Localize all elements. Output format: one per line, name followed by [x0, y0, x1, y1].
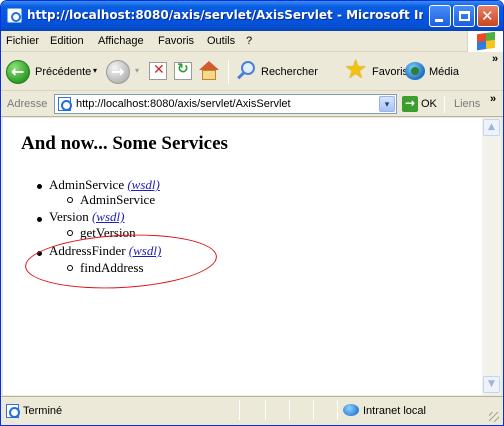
favorites-button[interactable]: Favoris [372, 66, 408, 78]
resize-grip-icon[interactable] [489, 412, 499, 422]
menu-bar: Fichier Edition Affichage Favoris Outils… [1, 31, 503, 52]
wsdl-link[interactable]: (wsdl) [92, 209, 125, 224]
page-content: And now... Some Services AdminService (w… [3, 118, 482, 395]
stop-icon[interactable]: ✕ [149, 62, 167, 80]
wsdl-link[interactable]: (wsdl) [127, 177, 160, 192]
status-divider [289, 400, 290, 420]
address-url[interactable]: http://localhost:8080/axis/servlet/AxisS… [76, 98, 291, 110]
back-dropdown-icon[interactable]: ▾ [93, 66, 97, 75]
media-icon[interactable] [405, 62, 425, 80]
service-name: Version [49, 209, 89, 224]
toolbar-overflow-icon[interactable]: » [492, 53, 498, 65]
close-icon: ✕ [481, 7, 494, 25]
close-button[interactable]: ✕ [477, 5, 499, 27]
done-page-icon [6, 404, 20, 418]
windows-logo [467, 31, 503, 52]
address-dropdown-icon[interactable]: ▾ [379, 96, 395, 112]
window-title: http://localhost:8080/axis/servlet/AxisS… [27, 8, 423, 22]
go-button[interactable]: OK [421, 98, 437, 110]
address-bar: Adresse http://localhost:8080/axis/servl… [1, 92, 503, 117]
menu-edition[interactable]: Edition [50, 35, 84, 47]
favorites-star-icon[interactable]: ★ [344, 56, 367, 82]
minimize-icon [435, 19, 443, 22]
title-bar[interactable]: http://localhost:8080/axis/servlet/AxisS… [1, 1, 503, 31]
menu-outils[interactable]: Outils [207, 35, 235, 47]
forward-dropdown-icon[interactable]: ▾ [135, 66, 139, 75]
operation-item: AdminService [80, 192, 156, 207]
highlight-ellipse [23, 230, 219, 293]
links-overflow-icon[interactable]: » [490, 93, 496, 105]
service-name: AdminService [49, 177, 125, 192]
go-arrow-icon[interactable]: → [402, 96, 418, 112]
minimize-button[interactable] [429, 5, 451, 27]
status-text: Terminé [23, 405, 63, 417]
scroll-down-icon[interactable]: ▼ [483, 376, 500, 393]
intranet-zone-icon [343, 404, 359, 416]
toolbar-separator [228, 60, 229, 84]
links-separator [444, 96, 445, 113]
search-icon[interactable] [237, 61, 257, 81]
maximize-icon [459, 11, 470, 21]
security-zone: Intranet local [363, 405, 426, 417]
menu-help[interactable]: ? [246, 35, 252, 47]
status-bar: Terminé Intranet local [1, 396, 503, 425]
search-button[interactable]: Rechercher [261, 66, 318, 78]
bullet-circle [67, 230, 73, 236]
back-arrow-icon[interactable]: ← [6, 60, 30, 84]
browser-window: http://localhost:8080/axis/servlet/AxisS… [0, 0, 504, 426]
menu-favoris[interactable]: Favoris [158, 35, 194, 47]
page-title: And now... Some Services [21, 133, 228, 154]
maximize-button[interactable] [453, 5, 475, 27]
bullet-circle [67, 197, 73, 203]
page-icon [58, 97, 72, 111]
links-button[interactable]: Liens [454, 98, 480, 110]
refresh-icon[interactable]: ↻ [174, 61, 192, 80]
status-divider [337, 400, 338, 420]
media-button[interactable]: Média [429, 66, 459, 78]
address-label: Adresse [7, 98, 48, 110]
status-divider [239, 400, 240, 420]
bullet-disc [37, 184, 42, 189]
vertical-scrollbar[interactable]: ▲ ▼ [482, 118, 501, 395]
address-input[interactable]: http://localhost:8080/axis/servlet/AxisS… [54, 94, 397, 114]
home-icon[interactable] [198, 61, 220, 81]
service-item: Version (wsdl) [49, 209, 124, 225]
forward-arrow-icon[interactable]: → [106, 60, 130, 84]
scroll-up-icon[interactable]: ▲ [483, 119, 500, 136]
service-item: AdminService (wsdl) [49, 177, 160, 193]
windows-flag-icon [477, 31, 495, 51]
toolbar: ← Précédente ▾ → ▾ ✕ ↻ Rechercher ★ Favo… [1, 53, 503, 91]
menu-affichage[interactable]: Affichage [98, 35, 144, 47]
status-divider [313, 400, 314, 420]
back-button[interactable]: Précédente [35, 66, 91, 78]
bullet-disc [37, 217, 42, 222]
menu-fichier[interactable]: Fichier [6, 35, 39, 47]
ie-page-icon [7, 8, 22, 23]
status-divider [265, 400, 266, 420]
